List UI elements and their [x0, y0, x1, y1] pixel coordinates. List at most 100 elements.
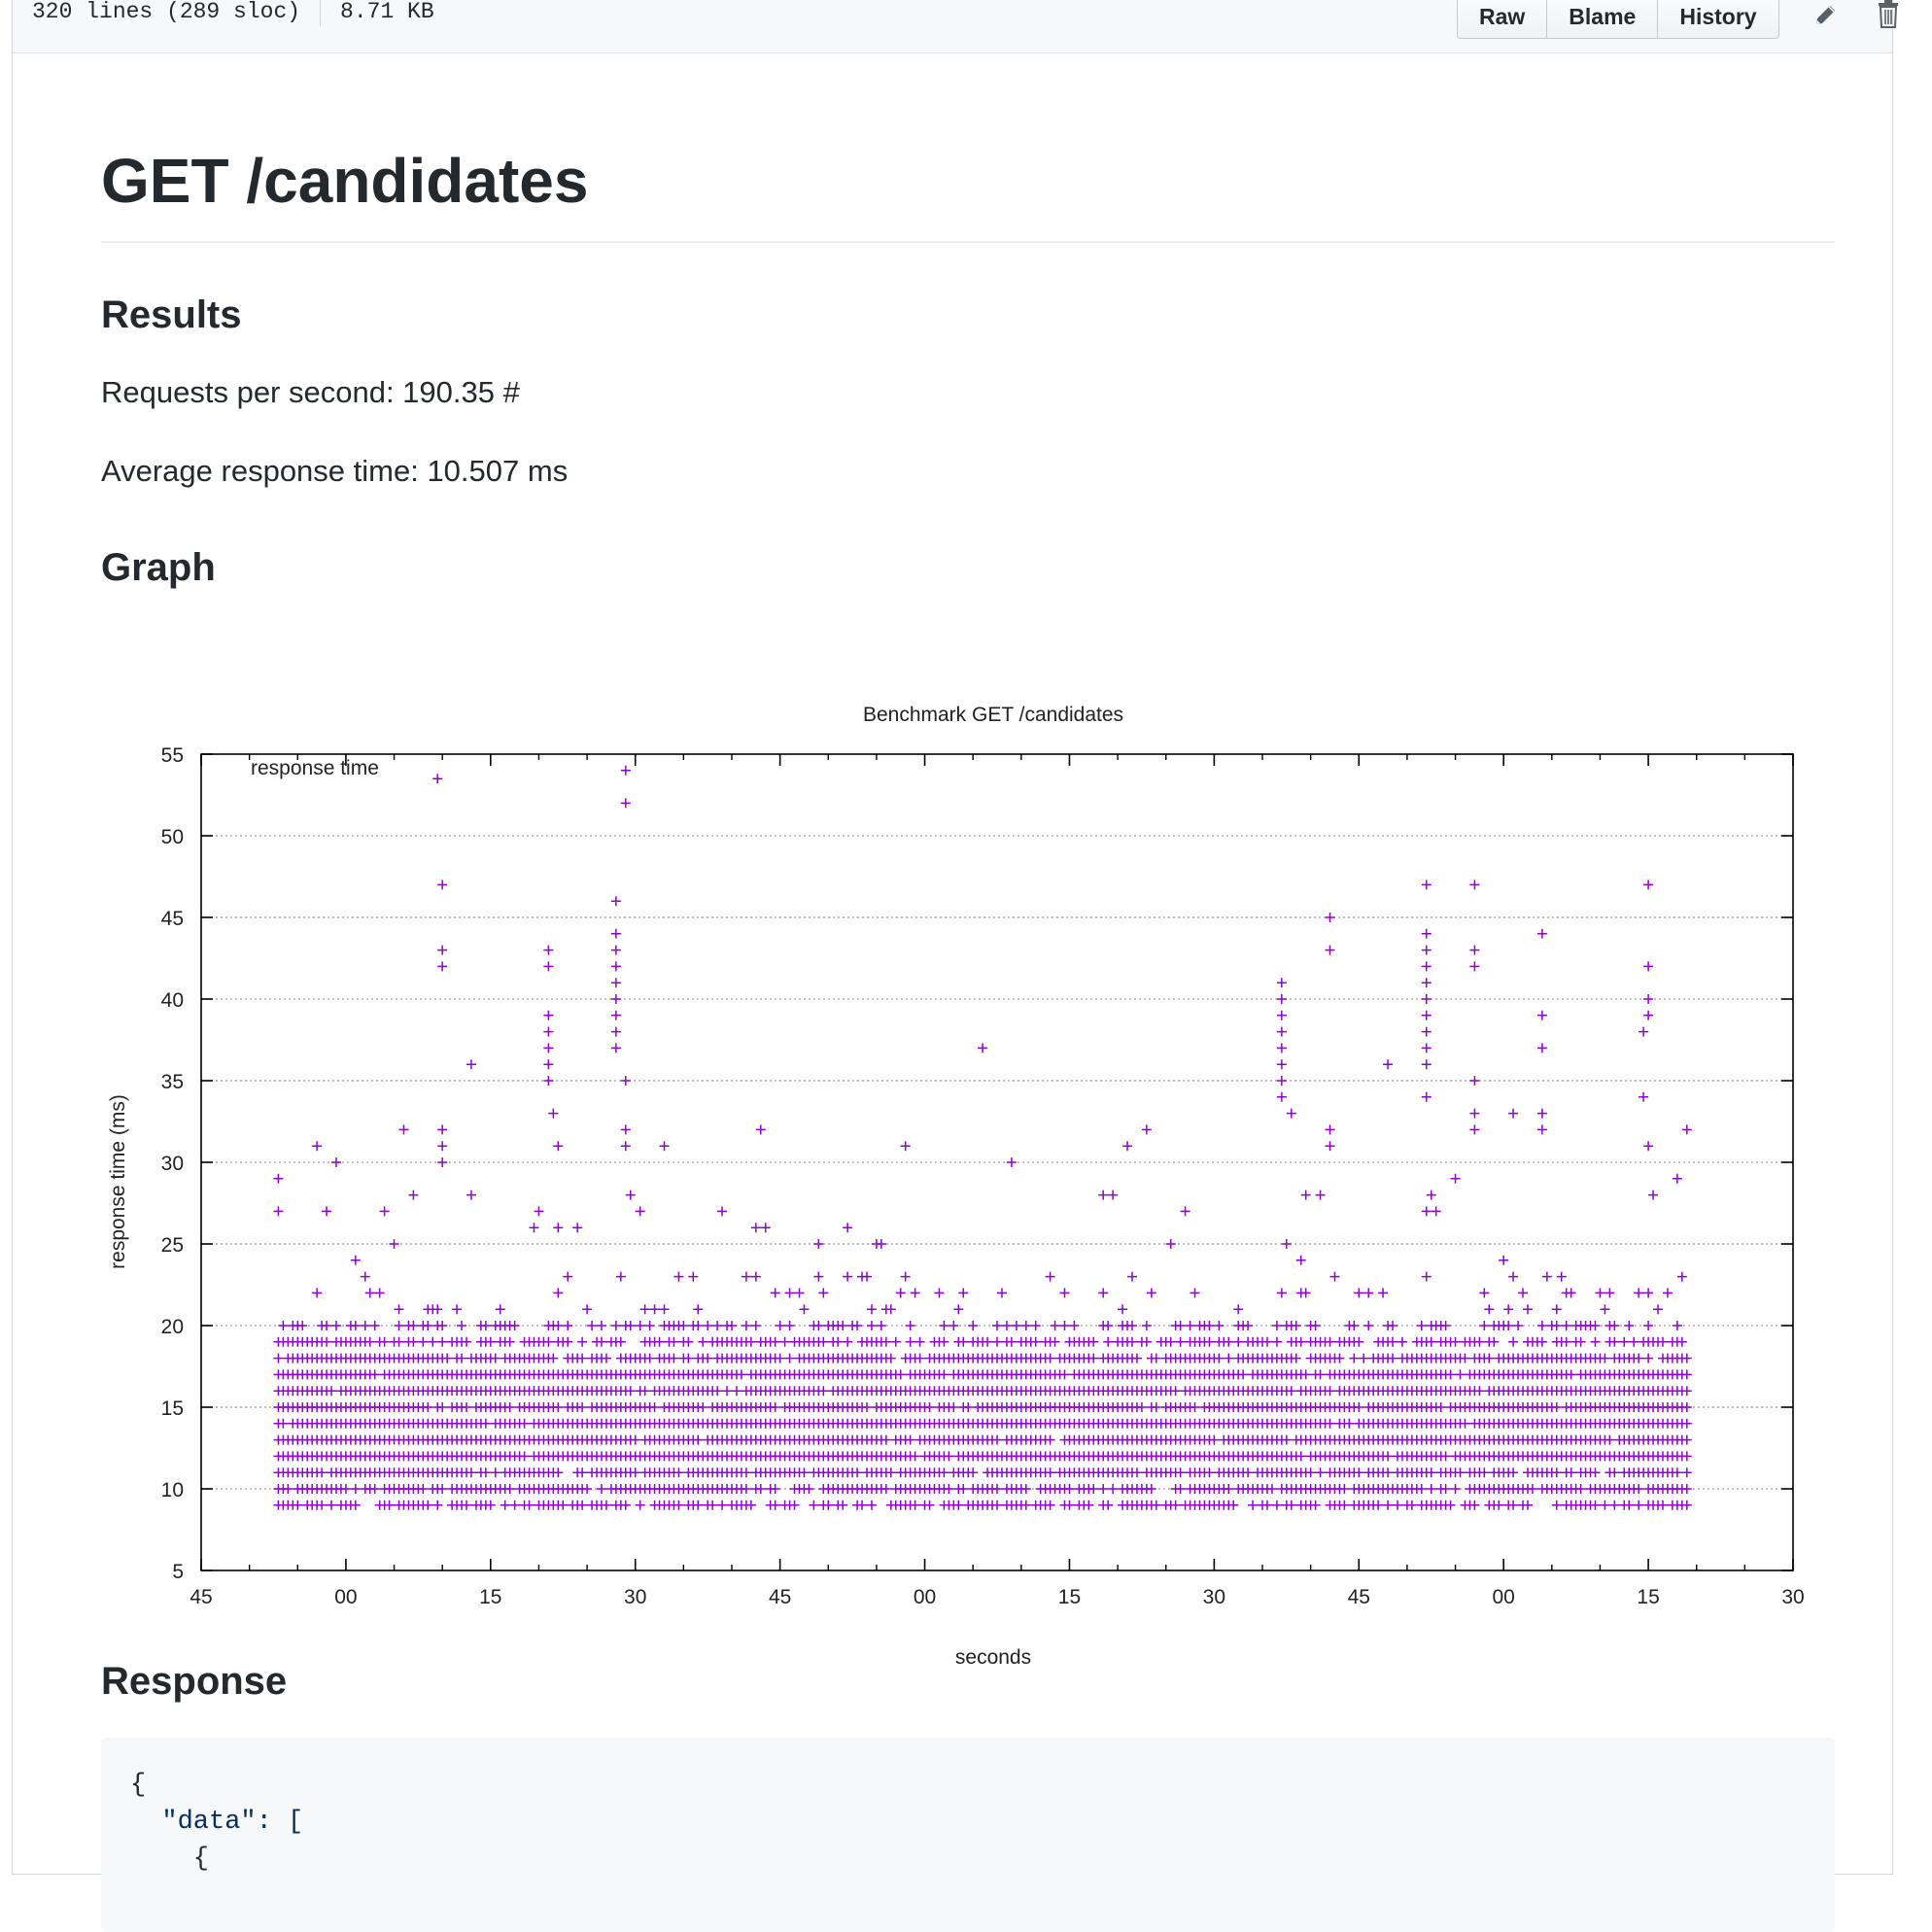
data-point	[1523, 1304, 1533, 1315]
data-point	[958, 1336, 969, 1347]
data-point	[910, 1288, 920, 1298]
data-point	[924, 1402, 935, 1412]
data-point	[273, 1353, 284, 1363]
data-point	[297, 1321, 308, 1330]
data-point	[423, 1402, 433, 1412]
data-point	[1165, 1239, 1176, 1249]
raw-button[interactable]: Raw	[1458, 0, 1548, 38]
y-tick-label: 30	[161, 1153, 184, 1175]
data-point	[394, 1304, 404, 1315]
data-point	[394, 1336, 404, 1347]
response-heading: Response	[101, 1660, 288, 1703]
data-point	[1474, 1336, 1485, 1347]
data-point	[1141, 1124, 1152, 1135]
y-tick-label: 15	[161, 1397, 184, 1420]
data-point	[722, 1386, 733, 1397]
data-point	[804, 1484, 814, 1494]
title-divider	[101, 241, 1835, 243]
data-point	[428, 1336, 438, 1347]
data-point	[437, 1402, 448, 1412]
data-point	[1590, 1321, 1601, 1330]
data-point	[327, 1386, 337, 1397]
data-point	[1639, 1026, 1649, 1037]
data-point	[432, 774, 443, 784]
x-tick-label: 00	[334, 1586, 357, 1608]
data-point	[770, 1288, 780, 1298]
data-point	[1281, 1239, 1292, 1249]
data-point	[398, 1124, 409, 1135]
data-point	[1392, 1500, 1402, 1510]
data-point	[312, 1141, 323, 1152]
data-point	[799, 1304, 810, 1315]
history-button[interactable]: History	[1658, 0, 1777, 38]
data-point	[1175, 1321, 1186, 1330]
data-point	[1233, 1336, 1244, 1347]
data-point	[1609, 1321, 1620, 1330]
data-point	[1657, 1500, 1668, 1510]
data-point	[369, 1369, 380, 1380]
x-axis-label: seconds	[955, 1646, 1031, 1669]
data-point	[504, 1484, 515, 1494]
data-point	[750, 1271, 761, 1282]
data-point	[504, 1402, 515, 1412]
data-point	[1469, 1076, 1480, 1086]
data-point	[1170, 1500, 1181, 1510]
data-point	[639, 1304, 650, 1315]
data-point	[563, 1271, 573, 1282]
data-point	[745, 1500, 756, 1510]
data-point	[914, 1353, 925, 1363]
data-point	[1170, 1386, 1181, 1397]
trash-icon[interactable]	[1871, 0, 1906, 31]
data-point	[369, 1484, 380, 1494]
data-point	[293, 1500, 303, 1510]
data-point	[418, 1484, 429, 1494]
data-point	[635, 1500, 645, 1510]
data-point	[770, 1484, 780, 1494]
data-point	[833, 1336, 844, 1347]
data-point	[1059, 1288, 1070, 1298]
blame-button[interactable]: Blame	[1547, 0, 1659, 38]
data-point	[1291, 1353, 1301, 1363]
data-point	[1653, 1304, 1664, 1315]
data-point	[1469, 880, 1480, 890]
data-point	[1604, 1288, 1615, 1298]
y-tick-label: 5	[172, 1561, 184, 1583]
data-point	[1513, 1321, 1524, 1330]
chart-title: Benchmark GET /candidates	[863, 704, 1123, 726]
data-point	[1214, 1353, 1225, 1363]
data-point	[939, 1467, 949, 1478]
data-point	[1479, 1288, 1490, 1298]
pencil-icon[interactable]	[1809, 0, 1844, 31]
data-point	[1556, 1271, 1567, 1282]
data-point	[880, 1336, 891, 1347]
data-point	[1508, 1108, 1519, 1119]
data-point	[1388, 1321, 1398, 1330]
data-point	[934, 1288, 945, 1298]
data-point	[1045, 1271, 1055, 1282]
data-point	[1681, 1124, 1692, 1135]
data-point	[1103, 1500, 1114, 1510]
data-point	[462, 1336, 471, 1347]
data-point	[1662, 1288, 1673, 1298]
response-code-block: { "data": [ {	[101, 1738, 1835, 1932]
data-point	[939, 1369, 949, 1380]
data-point	[1643, 994, 1654, 1004]
data-point	[635, 1206, 645, 1217]
data-point	[1011, 1321, 1021, 1330]
data-point	[1363, 1288, 1374, 1298]
file-header: 320 lines (289 sloc) 8.71 KB Raw Blame H…	[13, 0, 1898, 53]
data-point	[678, 1321, 689, 1330]
data-point	[1523, 1500, 1533, 1510]
data-point	[1445, 1500, 1456, 1510]
data-point	[843, 1271, 853, 1282]
data-point	[813, 1271, 824, 1282]
data-point	[1050, 1336, 1060, 1347]
data-point	[543, 1076, 554, 1086]
data-point	[1118, 1304, 1128, 1315]
data-point	[625, 1386, 636, 1397]
data-point	[620, 798, 631, 809]
data-point	[620, 1500, 631, 1510]
data-point	[885, 1304, 896, 1315]
data-point	[1551, 1467, 1562, 1478]
data-point	[1508, 1467, 1519, 1478]
